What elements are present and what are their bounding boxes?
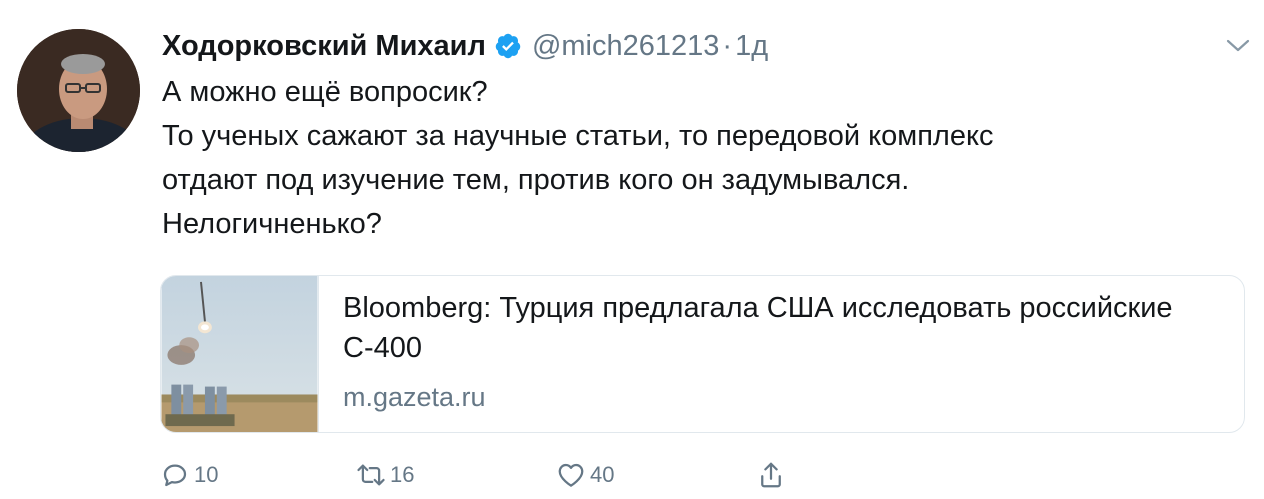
tweet-actions: 10 16 40 (160, 455, 800, 495)
tweet-text: А можно ещё вопросик? То ученых сажают з… (162, 70, 1222, 246)
reply-count: 10 (194, 462, 219, 487)
author-handle[interactable]: @mich261213 (532, 30, 719, 63)
reply-icon (163, 464, 187, 487)
author-name[interactable]: Ходорковский Михаил (162, 30, 486, 63)
like-count: 40 (590, 462, 615, 487)
verified-badge-icon (495, 33, 521, 59)
chevron-down-icon[interactable] (1224, 35, 1252, 55)
card-domain: m.gazeta.ru (343, 382, 486, 412)
card-thumbnail (161, 276, 319, 432)
reply-button[interactable]: 10 (160, 455, 218, 495)
tweet-text-line: А можно ещё вопросик? (162, 76, 488, 108)
avatar[interactable] (17, 29, 140, 152)
tweet-text-line: Нелогичненько? (162, 208, 382, 240)
share-icon (761, 462, 781, 488)
tweet-header: Ходорковский Михаил @mich261213 · 1д (162, 26, 768, 66)
like-button[interactable]: 40 (556, 455, 614, 495)
like-icon (558, 463, 584, 487)
tweet-text-line: То ученых сажают за научные статьи, то п… (162, 120, 994, 152)
avatar-photo (17, 29, 140, 152)
timestamp[interactable]: 1д (735, 30, 768, 63)
retweet-button[interactable]: 16 (356, 455, 414, 495)
link-card[interactable]: Bloomberg: Турция предлагала США исследо… (160, 275, 1245, 433)
card-body: Bloomberg: Турция предлагала США исследо… (319, 276, 1223, 432)
tweet-text-line: отдают под изучение тем, против кого он … (162, 164, 910, 196)
retweet-icon (357, 464, 385, 486)
card-title: Bloomberg: Турция предлагала США исследо… (343, 292, 1173, 364)
retweet-count: 16 (390, 462, 415, 487)
separator-dot: · (722, 29, 733, 62)
share-button[interactable] (756, 455, 786, 495)
